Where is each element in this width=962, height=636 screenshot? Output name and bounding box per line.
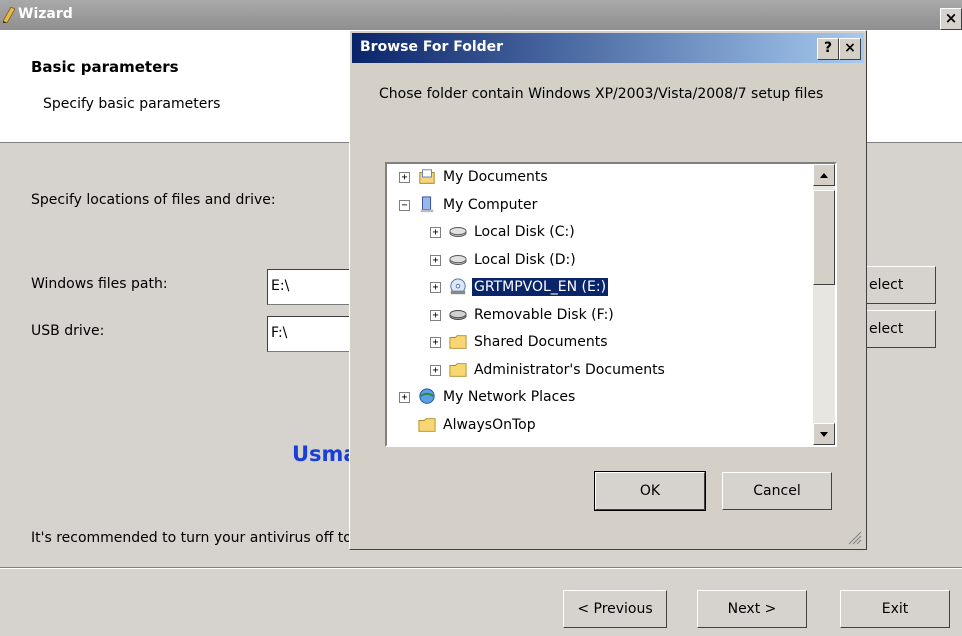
tree-item-label: Shared Documents [474, 334, 608, 350]
tree-item[interactable]: + Local Disk (D:) [387, 249, 807, 273]
page-title: Basic parameters [31, 58, 179, 76]
cd-drive-icon [450, 278, 466, 295]
dialog-title: Browse For Folder [360, 39, 504, 55]
wizard-close-button[interactable]: × [940, 8, 962, 30]
removable-disk-icon [449, 309, 467, 320]
tree-item[interactable]: Angel [387, 441, 807, 447]
collapse-icon[interactable]: − [399, 199, 410, 211]
scroll-up-button[interactable] [813, 164, 835, 186]
dialog-close-button[interactable]: × [839, 38, 861, 60]
resize-grip-icon[interactable] [846, 529, 862, 545]
tree-item[interactable]: + Local Disk (C:) [387, 221, 807, 245]
exit-button[interactable]: Exit [840, 590, 950, 628]
expand-icon[interactable]: + [399, 392, 410, 403]
locations-label: Specify locations of files and drive: [31, 192, 276, 208]
tree-item-label: My Computer [443, 196, 538, 213]
wizard-title: Wizard [18, 6, 73, 22]
wizard-title-bar[interactable]: Wizard × [0, 0, 962, 30]
folder-icon [449, 335, 467, 349]
folder-icon [418, 417, 436, 432]
tree-item[interactable]: − My Computer [387, 194, 807, 218]
expand-icon[interactable]: + [430, 227, 441, 238]
hard-disk-icon [449, 227, 467, 237]
tree-item-label: AlwaysOnTop [443, 416, 536, 433]
expand-icon[interactable]: + [430, 309, 441, 321]
windows-path-label: Windows files path: [31, 276, 168, 292]
footer-divider [0, 567, 962, 569]
dialog-title-bar[interactable]: Browse For Folder ? × [352, 33, 864, 63]
windows-path-input[interactable]: E:\ [267, 269, 357, 305]
tree-item[interactable]: AlwaysOnTop [387, 414, 807, 438]
ok-button[interactable]: OK [594, 471, 706, 511]
pencil-icon [3, 7, 15, 23]
tree-item[interactable]: + Shared Documents [387, 331, 807, 355]
tree-item-label: Administrator's Documents [474, 361, 665, 378]
tree-item-label: Local Disk (C:) [474, 224, 575, 240]
arrow-down-icon [820, 432, 828, 437]
dialog-description: Chose folder contain Windows XP/2003/Vis… [379, 86, 824, 102]
folder-tree[interactable]: + My Documents − My Computer + Local Disk (C:… [385, 162, 837, 447]
expand-icon[interactable]: + [430, 282, 441, 293]
tree-item[interactable]: + Removable Disk (F:) [387, 304, 807, 328]
network-places-icon [419, 388, 435, 404]
tree-item-label: Local Disk (D:) [474, 251, 576, 268]
help-button[interactable]: ? [817, 38, 839, 60]
tree-item[interactable]: + My Documents [387, 166, 807, 190]
tree-item-label: Angel [441, 443, 485, 445]
tree-item-label: GRTMPVOL_EN (E:) [470, 277, 610, 297]
next-button[interactable]: Next > [697, 590, 807, 628]
tree-item[interactable]: + Administrator's Documents [387, 359, 807, 383]
folder-icon [417, 443, 437, 447]
usb-drive-input[interactable]: F:\ [267, 316, 357, 352]
expand-icon[interactable]: + [430, 337, 441, 348]
scroll-down-button[interactable] [813, 423, 835, 445]
windows-path-select-button[interactable]: elect [866, 266, 936, 304]
tree-item-label: Removable Disk (F:) [474, 306, 614, 323]
scroll-thumb[interactable] [813, 190, 835, 285]
hard-disk-icon [449, 254, 467, 265]
expand-icon[interactable]: + [399, 172, 410, 183]
tree-scrollbar[interactable] [813, 164, 835, 445]
usb-drive-select-button[interactable]: elect [866, 310, 936, 348]
my-documents-icon [419, 169, 435, 184]
cancel-button[interactable]: Cancel [722, 472, 832, 510]
page-subtitle: Specify basic parameters [43, 96, 221, 112]
my-computer-icon [420, 195, 434, 212]
expand-icon[interactable]: + [430, 254, 441, 266]
tree-item[interactable]: + GRTMPVOL_EN (E:) [387, 276, 807, 300]
tree-item-label: My Documents [443, 169, 548, 185]
folder-icon [449, 362, 467, 377]
usb-drive-label: USB drive: [31, 323, 105, 339]
tree-item[interactable]: + My Network Places [387, 386, 807, 410]
tree-item-label: My Network Places [443, 389, 576, 405]
previous-button[interactable]: < Previous [563, 590, 667, 628]
expand-icon[interactable]: + [430, 364, 441, 376]
arrow-up-icon [820, 173, 828, 178]
browse-folder-dialog: Browse For Folder ? × Chose folder conta… [349, 30, 867, 550]
